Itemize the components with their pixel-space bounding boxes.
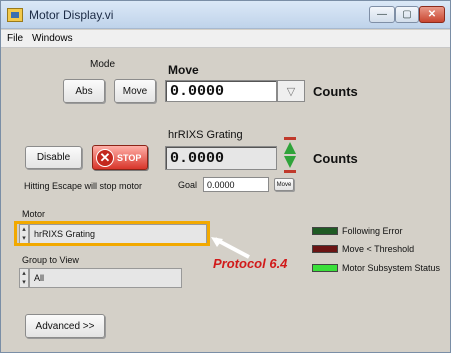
move-threshold-led (312, 245, 338, 253)
advanced-button[interactable]: Advanced >> (25, 314, 105, 338)
maximize-icon: ▢ (402, 9, 412, 20)
stop-icon: ✕ (96, 148, 114, 167)
title-bar: Motor Display.vi — ▢ ✕ (1, 1, 450, 29)
position-label: hrRIXS Grating (168, 129, 243, 141)
labview-vi-icon (7, 8, 23, 22)
goal-move-button-label: Move (276, 181, 292, 188)
following-error-label: Following Error (342, 226, 403, 236)
advanced-button-label: Advanced >> (35, 320, 95, 332)
minimize-button[interactable]: — (369, 6, 395, 23)
menu-bar: File Windows (1, 30, 450, 48)
motor-highlight-box (14, 221, 210, 246)
move-threshold-label: Move < Threshold (342, 244, 415, 254)
escape-hint: Hitting Escape will stop motor (24, 181, 143, 191)
move-units: Counts (313, 84, 358, 99)
chevron-down-icon: ▽ (286, 85, 296, 98)
position-readout: 0.0000 (165, 146, 277, 170)
goal-value: 0.0000 (207, 179, 235, 190)
goal-label: Goal (178, 180, 198, 190)
arrow-down-icon[interactable] (284, 156, 296, 168)
move-label: Move (168, 63, 199, 77)
group-selector[interactable]: ▴ ▾ All (19, 268, 182, 288)
move-dropdown-button[interactable]: ▽ (277, 80, 305, 102)
disable-button-label: Disable (36, 152, 71, 163)
front-panel: Mode Abs Move Move 0.0000 ▽ Counts Disab… (1, 49, 450, 352)
mode-label: Mode (90, 59, 116, 70)
stop-button[interactable]: ✕ STOP (92, 145, 148, 170)
upper-limit-icon (284, 137, 296, 140)
position-spinner[interactable] (283, 137, 297, 173)
move-mode-button-label: Move (122, 85, 148, 97)
group-stepper-icon[interactable]: ▴ ▾ (19, 268, 29, 288)
position-value: 0.0000 (170, 149, 225, 167)
disable-button[interactable]: Disable (25, 146, 82, 169)
following-error-led (312, 227, 338, 235)
window-title: Motor Display.vi (29, 8, 114, 22)
protocol-annotation: Protocol 6.4 (213, 256, 288, 271)
motor-subsystem-label: Motor Subsystem Status (342, 263, 441, 273)
position-units: Counts (313, 151, 358, 166)
move-mode-button[interactable]: Move (114, 79, 156, 103)
move-target-input[interactable]: 0.0000 (165, 80, 277, 102)
group-label: Group to View (22, 255, 79, 265)
motor-subsystem-led (312, 264, 338, 272)
close-icon: ✕ (427, 9, 437, 20)
menu-windows[interactable]: Windows (32, 33, 73, 44)
motor-label: Motor (22, 209, 46, 219)
abs-button-label: Abs (75, 85, 93, 97)
maximize-button[interactable]: ▢ (395, 6, 419, 23)
lower-limit-icon (284, 170, 296, 173)
close-button[interactable]: ✕ (419, 6, 445, 23)
goal-input[interactable]: 0.0000 (203, 177, 269, 192)
minimize-icon: — (377, 9, 387, 20)
motor-display-window: Motor Display.vi — ▢ ✕ File Windows Mode… (0, 0, 451, 353)
arrow-up-icon[interactable] (284, 142, 296, 154)
goal-move-button[interactable]: Move (274, 178, 294, 191)
group-selector-value[interactable]: All (29, 268, 182, 288)
stop-button-label: STOP (117, 152, 142, 163)
abs-button[interactable]: Abs (63, 79, 105, 103)
move-target-value: 0.0000 (170, 82, 225, 100)
menu-file[interactable]: File (7, 33, 23, 44)
